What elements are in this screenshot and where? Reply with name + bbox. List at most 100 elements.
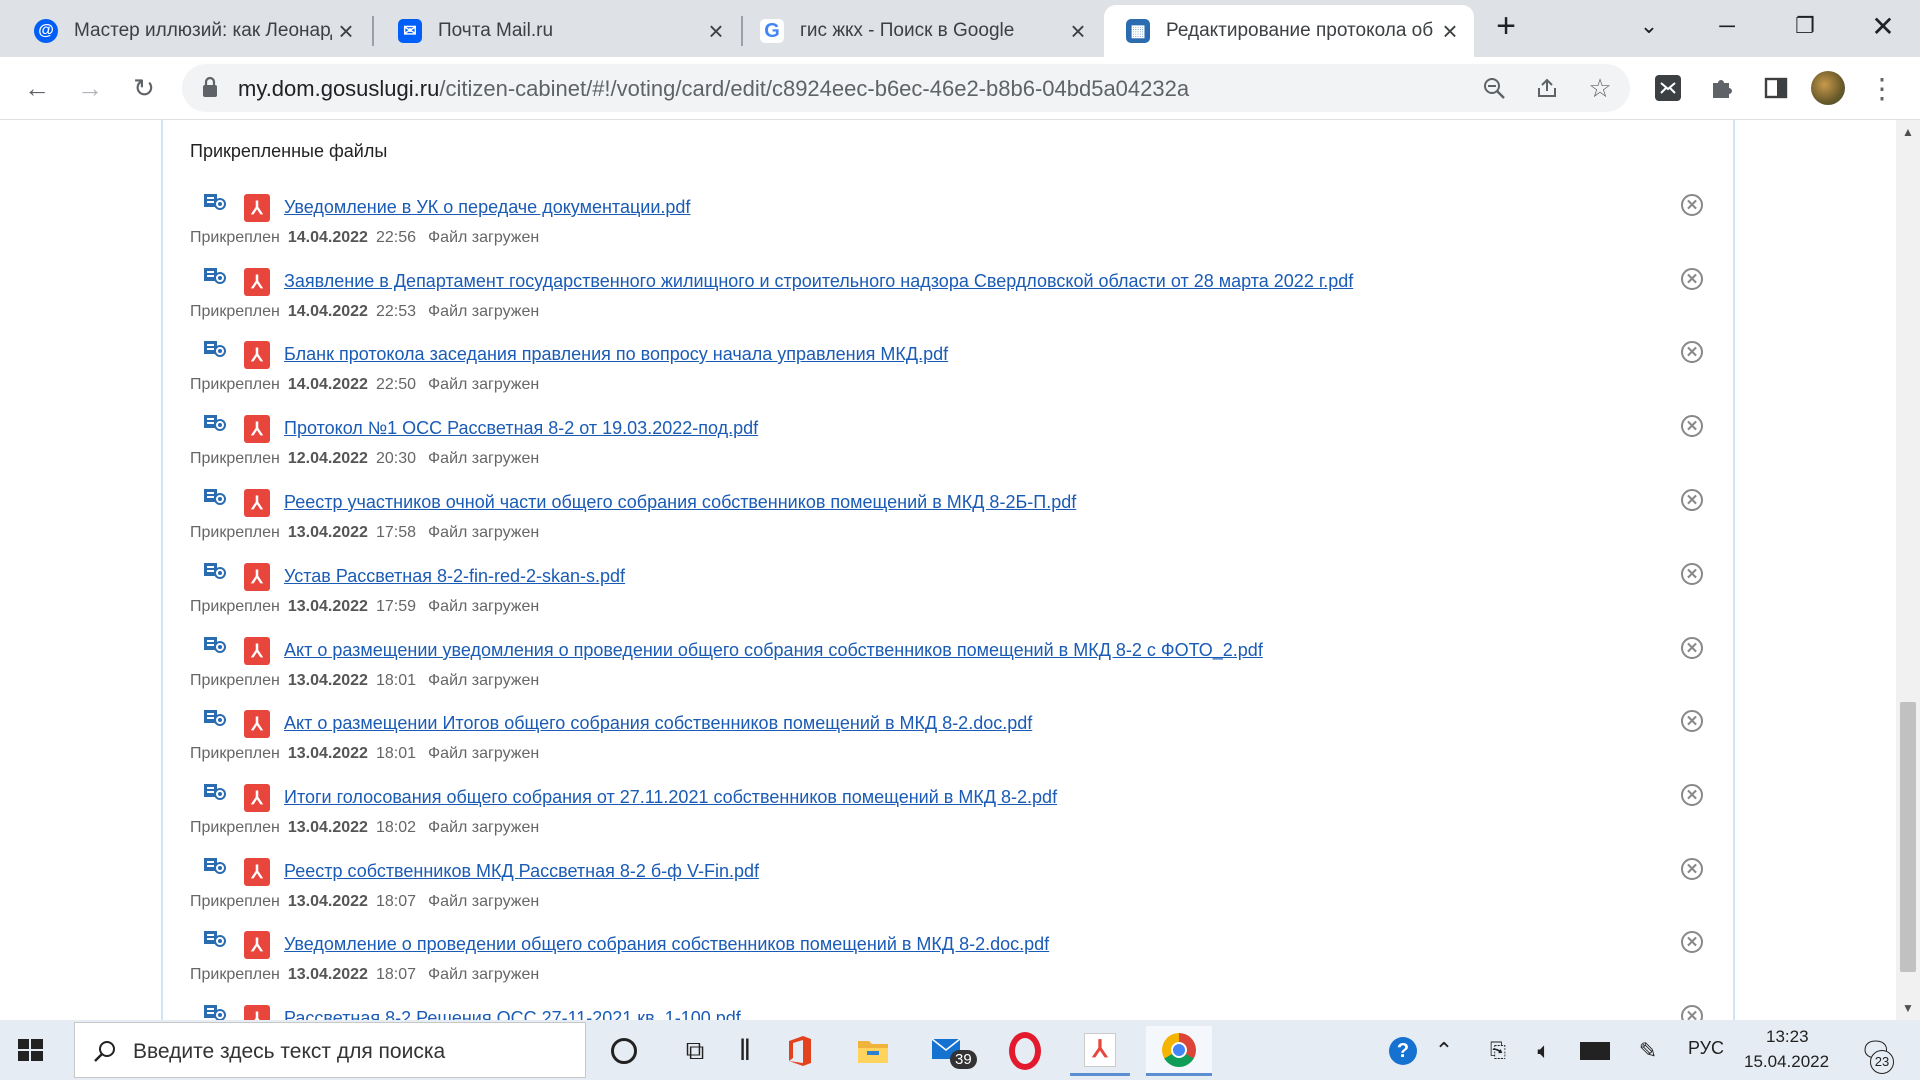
- signature-icon[interactable]: [203, 561, 229, 583]
- remove-file-icon[interactable]: ✕: [1681, 489, 1703, 511]
- menu-kebab-icon[interactable]: ⋮: [1862, 68, 1902, 108]
- file-link[interactable]: Протокол №1 ОСС Рассветная 8-2 от 19.03.…: [284, 418, 758, 439]
- remove-file-icon[interactable]: ✕: [1681, 268, 1703, 290]
- page-scrollbar[interactable]: ▲ ▼: [1896, 120, 1920, 1020]
- new-tab-button[interactable]: +: [1466, 0, 1546, 52]
- reload-icon[interactable]: ↻: [124, 68, 164, 108]
- remove-file-icon[interactable]: ✕: [1681, 637, 1703, 659]
- file-meta: Прикреплен 13.04.2022 18:07 Файл загружен: [190, 893, 539, 911]
- list-item: ⅄ Уведомление о проведении общего собрани…: [0, 929, 1750, 1003]
- clock-date[interactable]: 15.04.2022: [1744, 1052, 1829, 1072]
- meet-now-icon[interactable]: ⎘: [1474, 1026, 1522, 1076]
- attached-time: 17:59: [375, 598, 416, 615]
- tab-strip: @ Мастер иллюзий: как Леонардо × ✉ Почта…: [0, 0, 1920, 57]
- file-link[interactable]: Устав Рассветная 8-2-fin-red-2-skan-s.pd…: [284, 566, 625, 587]
- remove-file-icon[interactable]: ✕: [1681, 563, 1703, 585]
- signature-icon[interactable]: [203, 339, 229, 361]
- side-panel-icon[interactable]: [1756, 68, 1796, 108]
- extensions-puzzle-icon[interactable]: [1702, 68, 1742, 108]
- file-link[interactable]: Акт о размещении уведомления о проведени…: [284, 640, 1263, 661]
- file-link[interactable]: Уведомление в УК о передаче документации…: [284, 197, 690, 218]
- signature-icon[interactable]: [203, 487, 229, 509]
- attached-date: 13.04.2022: [287, 966, 368, 983]
- close-icon[interactable]: ×: [332, 16, 360, 46]
- mail-app-icon[interactable]: 39: [916, 1026, 977, 1076]
- attached-date: 13.04.2022: [287, 745, 368, 762]
- windows-start-icon[interactable]: [14, 1034, 46, 1066]
- signature-icon[interactable]: [203, 635, 229, 657]
- file-link[interactable]: Реестр участников очной части общего соб…: [284, 492, 1076, 513]
- mail-badge: 39: [950, 1050, 977, 1069]
- notifications-icon[interactable]: 🗨︎ 23: [1848, 1026, 1904, 1076]
- extension-shield-icon[interactable]: [1648, 68, 1688, 108]
- signature-icon[interactable]: [203, 929, 229, 951]
- file-link[interactable]: Уведомление о проведении общего собрания…: [284, 934, 1049, 955]
- pdf-file-icon: ⅄: [244, 931, 270, 959]
- file-meta: Прикреплен 13.04.2022 18:02 Файл загружен: [190, 819, 539, 837]
- remove-file-icon[interactable]: ✕: [1681, 415, 1703, 437]
- tab-leonardo[interactable]: @ Мастер иллюзий: как Леонардо ×: [0, 5, 370, 57]
- scroll-thumb[interactable]: [1900, 702, 1916, 972]
- remove-file-icon[interactable]: ✕: [1681, 194, 1703, 216]
- remove-file-icon[interactable]: ✕: [1681, 1005, 1703, 1020]
- battery-icon[interactable]: [1570, 1026, 1620, 1076]
- file-link[interactable]: Заявление в Департамент государственного…: [284, 271, 1353, 292]
- chrome-icon[interactable]: [1146, 1026, 1212, 1076]
- file-link[interactable]: Акт о размещении Итогов общего собрания …: [284, 713, 1032, 734]
- signature-icon[interactable]: [203, 413, 229, 435]
- maximize-icon[interactable]: ❐: [1766, 0, 1844, 52]
- tab-google[interactable]: G гис жкх - Поиск в Google ×: [726, 5, 1102, 57]
- signature-icon[interactable]: [203, 192, 229, 214]
- pen-icon[interactable]: ✎: [1624, 1026, 1672, 1076]
- back-arrow-icon[interactable]: ←: [17, 68, 57, 108]
- opera-icon[interactable]: [995, 1026, 1055, 1076]
- minimize-icon[interactable]: ─: [1688, 0, 1766, 52]
- signature-icon[interactable]: [203, 708, 229, 730]
- zoom-icon[interactable]: [1474, 68, 1514, 108]
- cortana-icon[interactable]: [594, 1026, 654, 1076]
- scroll-down-arrow-icon[interactable]: ▼: [1900, 1000, 1916, 1016]
- bookmark-star-icon[interactable]: ☆: [1580, 68, 1620, 108]
- attached-label: Прикреплен: [190, 450, 280, 467]
- remove-file-icon[interactable]: ✕: [1681, 858, 1703, 880]
- signature-icon[interactable]: [203, 856, 229, 878]
- file-link[interactable]: Итоги голосования общего собрания от 27.…: [284, 787, 1057, 808]
- taskbar-search-box[interactable]: Введите здесь текст для поиска: [74, 1022, 586, 1078]
- remove-file-icon[interactable]: ✕: [1681, 784, 1703, 806]
- signature-icon[interactable]: [203, 782, 229, 804]
- attached-date: 14.04.2022: [287, 229, 368, 246]
- list-item: ⅄ Бланк протокола заседания правления по …: [0, 339, 1750, 413]
- remove-file-icon[interactable]: ✕: [1681, 931, 1703, 953]
- tab-search-chevron-icon[interactable]: ⌄: [1610, 0, 1688, 52]
- signature-icon[interactable]: [203, 1003, 229, 1020]
- remove-file-icon[interactable]: ✕: [1681, 341, 1703, 363]
- office-icon[interactable]: [770, 1026, 830, 1076]
- volume-icon[interactable]: 🔈︎: [1520, 1026, 1568, 1076]
- help-tips-icon[interactable]: ?: [1376, 1026, 1430, 1076]
- scroll-up-arrow-icon[interactable]: ▲: [1900, 124, 1916, 140]
- remove-file-icon[interactable]: ✕: [1681, 710, 1703, 732]
- google-icon: G: [760, 19, 784, 43]
- profile-avatar[interactable]: [1808, 68, 1848, 108]
- address-bar[interactable]: my.dom.gosuslugi.ru/citizen-cabinet/#!/v…: [182, 64, 1630, 112]
- forward-arrow-icon[interactable]: →: [70, 68, 110, 108]
- upload-status: Файл загружен: [428, 524, 540, 541]
- pdf-reader-icon[interactable]: ⅄: [1070, 1026, 1130, 1076]
- clock-time[interactable]: 13:23: [1766, 1027, 1809, 1047]
- tray-chevron-up-icon[interactable]: ⌃: [1424, 1026, 1464, 1076]
- share-icon[interactable]: [1527, 68, 1567, 108]
- close-icon[interactable]: ×: [1436, 16, 1464, 46]
- file-link[interactable]: Рассветная 8-2 Решения ОСС 27-11-2021 кв…: [284, 1008, 741, 1020]
- close-icon[interactable]: ×: [1064, 16, 1092, 46]
- window-close-icon[interactable]: ✕: [1844, 0, 1920, 52]
- lock-icon: [201, 76, 221, 100]
- signature-icon[interactable]: [203, 266, 229, 288]
- attached-date: 13.04.2022: [287, 672, 368, 689]
- file-link[interactable]: Реестр собственников МКД Рассветная 8-2 …: [284, 861, 759, 882]
- tab-mail[interactable]: ✉ Почта Mail.ru ×: [364, 5, 740, 57]
- input-language[interactable]: РУС: [1688, 1038, 1724, 1059]
- file-link[interactable]: Бланк протокола заседания правления по в…: [284, 344, 948, 365]
- file-meta: Прикреплен 14.04.2022 22:50 Файл загружен: [190, 376, 539, 394]
- tab-protocol[interactable]: ▦ Редактирование протокола об ×: [1104, 5, 1474, 57]
- file-explorer-icon[interactable]: [843, 1026, 903, 1076]
